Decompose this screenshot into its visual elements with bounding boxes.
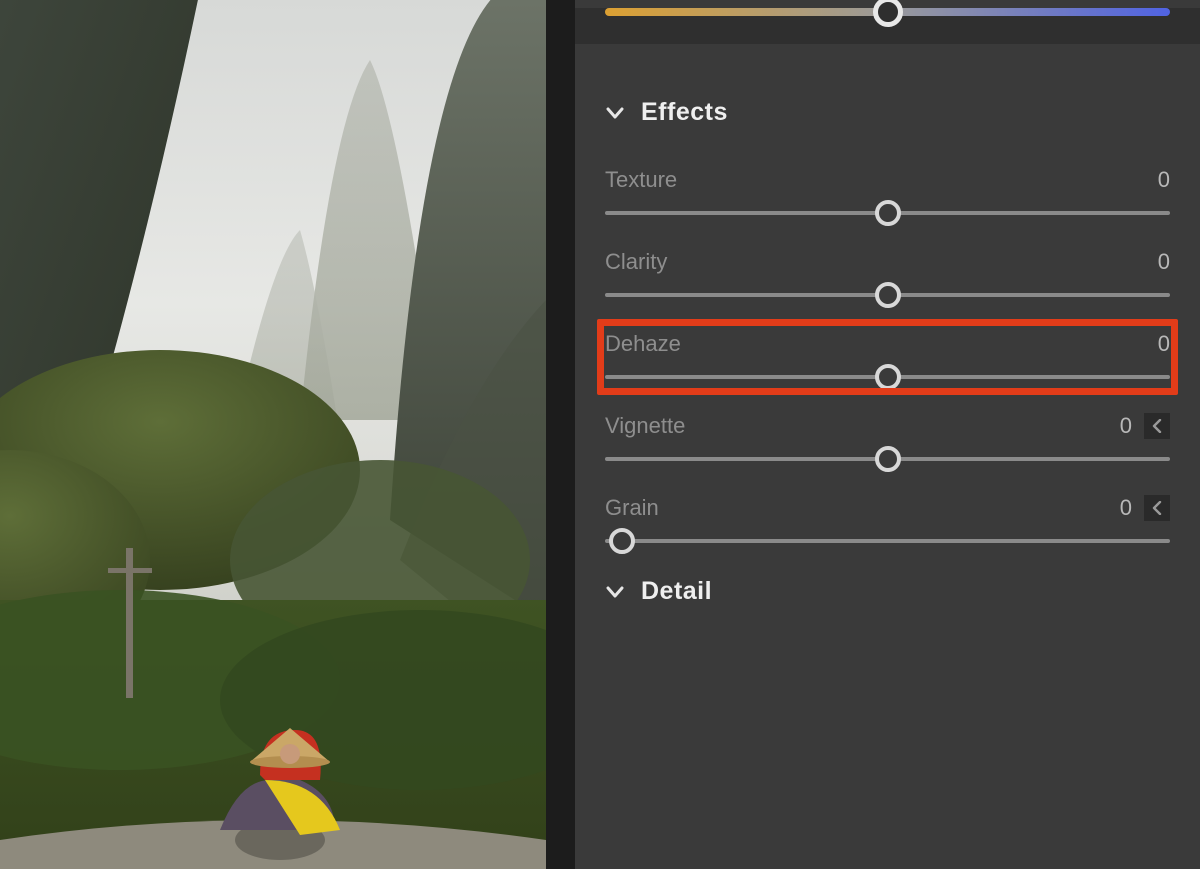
slider-row-texture: Texture 0 <box>605 167 1170 215</box>
slider-row-grain: Grain 0 <box>605 495 1170 543</box>
slider-head-vignette: Vignette 0 <box>605 413 1170 439</box>
effects-section-header[interactable]: Effects <box>575 98 1200 127</box>
slider-label-texture: Texture <box>605 167 677 193</box>
disclosure-grain[interactable] <box>1144 495 1170 521</box>
panel-gutter <box>546 0 575 869</box>
slider-row-dehaze: Dehaze 0 <box>605 331 1170 379</box>
disclosure-vignette[interactable] <box>1144 413 1170 439</box>
slider-label-vignette: Vignette <box>605 413 685 439</box>
slider-thumb-vignette[interactable] <box>875 446 901 472</box>
slider-thumb-grain[interactable] <box>609 528 635 554</box>
slider-track-texture[interactable] <box>605 211 1170 215</box>
detail-section-header[interactable]: Detail <box>575 577 1200 606</box>
edit-panel: Effects Texture 0 Clarity 0 Dehaze 0 Vignette 0… <box>575 0 1200 869</box>
slider-label-dehaze: Dehaze <box>605 331 681 357</box>
chevron-down-icon <box>605 582 625 602</box>
slider-label-grain: Grain <box>605 495 659 521</box>
slider-track-clarity[interactable] <box>605 293 1170 297</box>
effects-title: Effects <box>641 98 728 127</box>
app-root: Effects Texture 0 Clarity 0 Dehaze 0 Vignette 0… <box>0 0 1200 869</box>
slider-thumb-dehaze[interactable] <box>875 364 901 390</box>
slider-head-grain: Grain 0 <box>605 495 1170 521</box>
temperature-track[interactable] <box>605 8 1170 16</box>
slider-value-vignette[interactable]: 0 <box>1112 413 1132 439</box>
slider-thumb-texture[interactable] <box>875 200 901 226</box>
photo-preview[interactable] <box>0 0 546 869</box>
detail-title: Detail <box>641 577 712 606</box>
slider-thumb-clarity[interactable] <box>875 282 901 308</box>
slider-head-dehaze: Dehaze 0 <box>605 331 1170 357</box>
slider-track-dehaze[interactable] <box>605 375 1170 379</box>
slider-head-texture: Texture 0 <box>605 167 1170 193</box>
effects-sliders: Texture 0 Clarity 0 Dehaze 0 Vignette 0 Grain 0 <box>575 167 1200 543</box>
slider-row-clarity: Clarity 0 <box>605 249 1170 297</box>
slider-value-clarity[interactable]: 0 <box>1150 249 1170 275</box>
slider-value-grain[interactable]: 0 <box>1112 495 1132 521</box>
slider-row-vignette: Vignette 0 <box>605 413 1170 461</box>
chevron-down-icon <box>605 103 625 123</box>
slider-value-dehaze[interactable]: 0 <box>1150 331 1170 357</box>
temperature-thumb[interactable] <box>873 0 903 27</box>
slider-track-grain[interactable] <box>605 539 1170 543</box>
slider-value-texture[interactable]: 0 <box>1150 167 1170 193</box>
slider-track-vignette[interactable] <box>605 457 1170 461</box>
temperature-slider-partial <box>575 8 1200 44</box>
slider-head-clarity: Clarity 0 <box>605 249 1170 275</box>
slider-label-clarity: Clarity <box>605 249 667 275</box>
